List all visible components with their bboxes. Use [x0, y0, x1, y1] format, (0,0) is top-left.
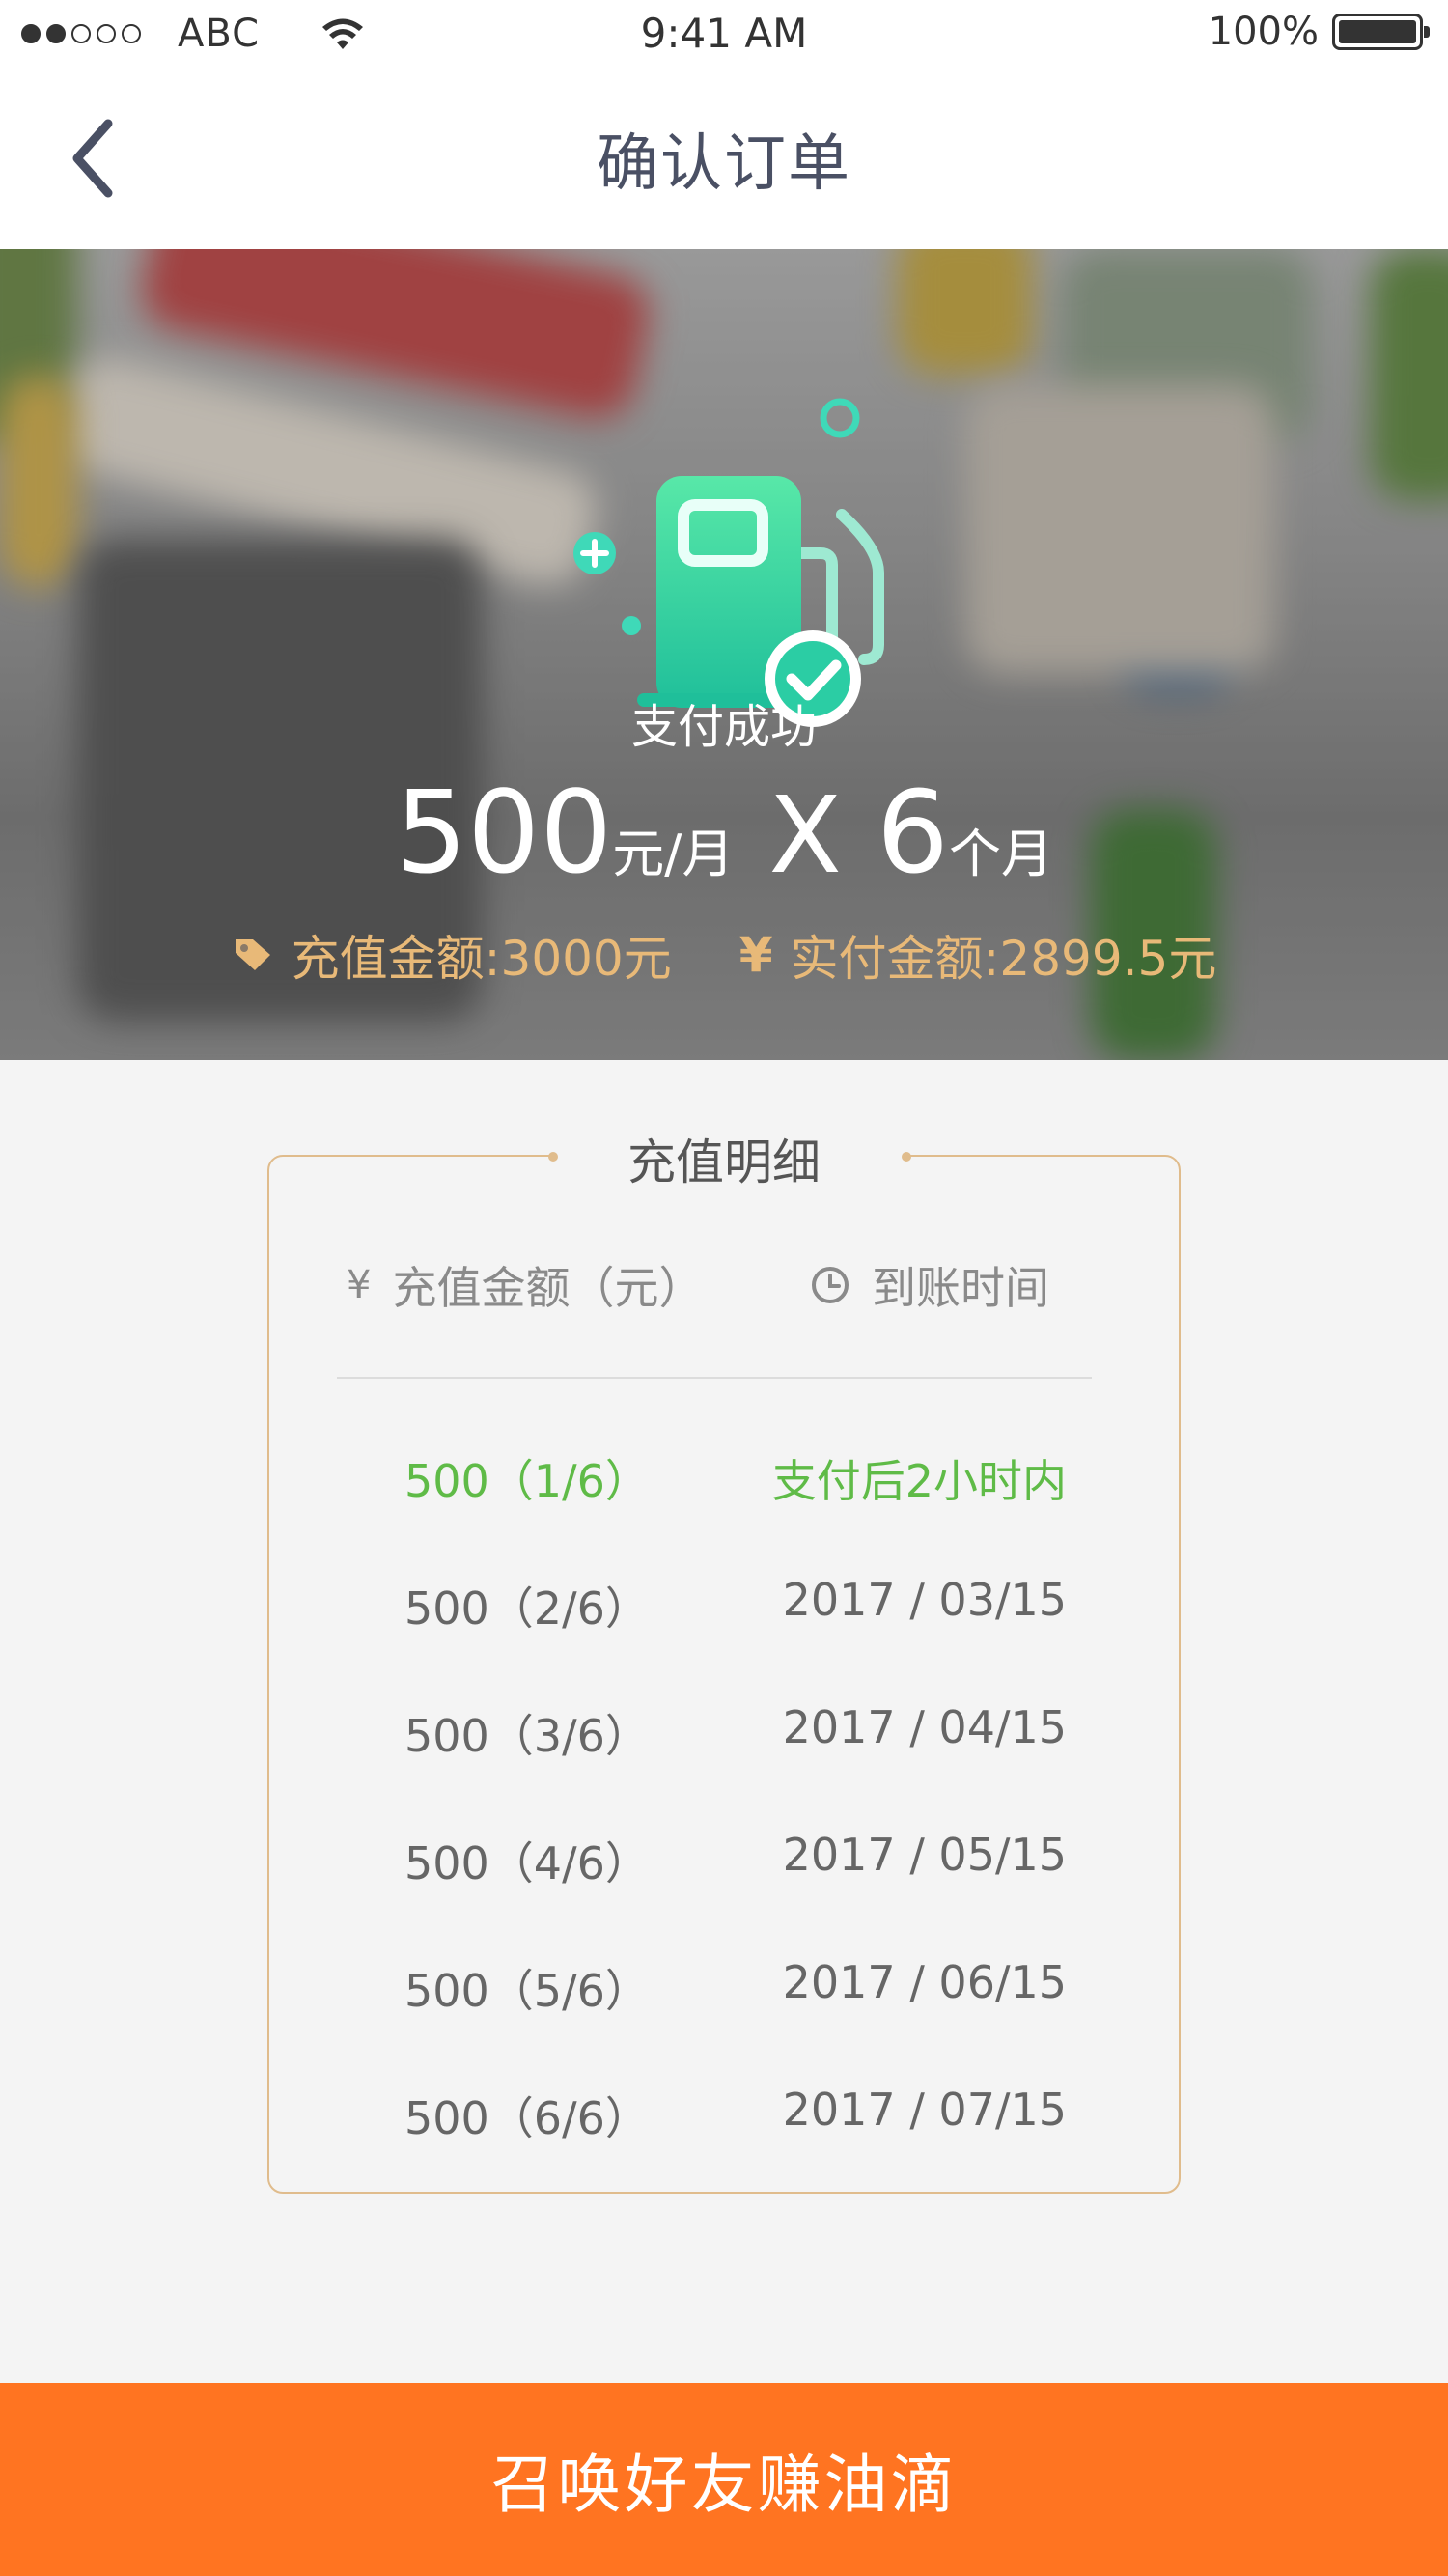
battery-icon — [1332, 14, 1430, 50]
price-summary: 500元/月 X 6个月 — [0, 766, 1448, 899]
row-amount: 500（3/6） — [404, 1710, 650, 1762]
monthly-price: 500 — [395, 766, 613, 899]
hero-banner: 支付成功 500元/月 X 6个月 充值金额:3000元 ¥ 实付金额:2899.5… — [0, 249, 1448, 1060]
table-row: 500（2/6） 2017 / 03/15 — [269, 1574, 1179, 1651]
table-row: 500（6/6） 2017 / 07/15 — [269, 2084, 1179, 2161]
multiplier-sign: X — [768, 773, 842, 897]
payment-status: 支付成功 — [630, 700, 817, 754]
amount-summary: 充值金额:3000元 ¥ 实付金额:2899.5元 — [0, 920, 1448, 990]
clock-icon — [812, 1267, 849, 1303]
fuel-pump-success-icon — [573, 398, 884, 727]
recharge-amount-text: 充值金额:3000元 — [291, 931, 672, 987]
row-amount: 500（5/6） — [404, 1965, 650, 2017]
header-divider — [337, 1377, 1092, 1379]
month-count: 6 — [876, 766, 949, 899]
table-row: 500（3/6） 2017 / 04/15 — [269, 1701, 1179, 1778]
paid-amount-text: 实付金额:2899.5元 — [790, 931, 1217, 987]
page-title: 确认订单 — [597, 128, 851, 200]
status-right: 100% — [1208, 10, 1430, 54]
column-headers: ¥ 充值金额（元） 到账时间 — [269, 1253, 1179, 1321]
yen-icon: ¥ — [738, 927, 773, 983]
row-amount: 500（6/6） — [404, 2092, 650, 2144]
recharge-amount: 充值金额:3000元 — [232, 920, 672, 990]
row-time: 2017 / 04/15 — [782, 1701, 1067, 1753]
battery-percent: 100% — [1208, 10, 1319, 54]
yen-icon: ¥ — [347, 1263, 372, 1307]
row-time: 2017 / 07/15 — [782, 2084, 1067, 2136]
battery-fill — [1339, 20, 1416, 43]
column-header-amount-label: 充值金额（元） — [392, 1262, 704, 1314]
card-title: 充值明细 — [627, 1134, 821, 1190]
nav-bar: 确认订单 — [0, 68, 1448, 249]
row-time: 2017 / 03/15 — [782, 1574, 1067, 1626]
row-amount: 500（4/6） — [404, 1837, 650, 1890]
invite-friends-button[interactable]: 召唤好友赚油滴 — [0, 2383, 1448, 2576]
column-header-time-label: 到账时间 — [872, 1262, 1049, 1314]
row-time: 2017 / 06/15 — [782, 1956, 1067, 2008]
row-amount: 500（2/6） — [404, 1582, 650, 1635]
paid-amount: ¥ 实付金额:2899.5元 — [739, 920, 1217, 990]
table-row: 500（1/6） 支付后2小时内 — [269, 1446, 1179, 1524]
row-time: 2017 / 05/15 — [782, 1829, 1067, 1881]
recharge-detail-card: 充值明细 ¥ 充值金额（元） 到账时间 500（1/6） 支付后2小时内 500… — [267, 1118, 1181, 2194]
column-header-amount: ¥ 充值金额（元） — [347, 1253, 703, 1317]
table-row: 500（4/6） 2017 / 05/15 — [269, 1829, 1179, 1906]
status-bar: ABC 9:41 AM 100% — [0, 0, 1448, 68]
month-unit: 个月 — [948, 824, 1053, 884]
row-time: 支付后2小时内 — [771, 1455, 1067, 1507]
price-tag-icon — [235, 939, 270, 970]
column-header-time: 到账时间 — [810, 1253, 1049, 1317]
table-row: 500（5/6） 2017 / 06/15 — [269, 1956, 1179, 2033]
row-amount: 500（1/6） — [404, 1455, 650, 1507]
price-unit: 元/月 — [612, 824, 735, 884]
